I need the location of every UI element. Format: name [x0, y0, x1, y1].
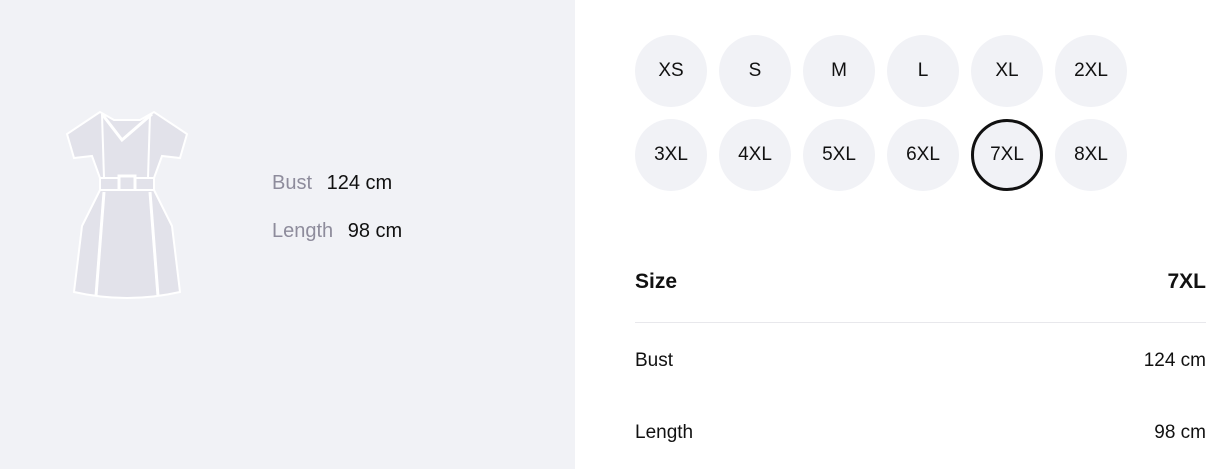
measure-label: Length	[272, 220, 334, 242]
size-details-panel: XS S M L XL 2XL 3XL 4XL 5XL 6XL 7XL 8XL …	[575, 0, 1220, 469]
size-option-xs[interactable]: XS	[635, 35, 707, 107]
measurements-panel: Bust 124 cm Length 98 cm	[0, 0, 575, 469]
size-header-label: Size	[635, 270, 678, 293]
size-option-xl[interactable]: XL	[971, 35, 1043, 107]
size-option-7xl-selected[interactable]: 7XL	[971, 119, 1043, 191]
measure-row-length: Length 98 cm	[272, 219, 402, 243]
size-row: 3XL 4XL 5XL 6XL 7XL 8XL	[635, 119, 1155, 191]
size-row: XS S M L XL 2XL	[635, 35, 1155, 107]
size-option-2xl[interactable]: 2XL	[1055, 35, 1127, 107]
size-option-l[interactable]: L	[887, 35, 959, 107]
size-header-row: Size 7XL	[635, 258, 1206, 323]
size-option-4xl[interactable]: 4XL	[719, 119, 791, 191]
measure-value: 98 cm	[347, 220, 403, 242]
measure-value: 124 cm	[326, 172, 393, 194]
dress-icon	[65, 110, 189, 299]
size-info-table: Size 7XL Bust 124 cm Length 98 cm	[635, 258, 1206, 445]
info-value: 98 cm	[1154, 422, 1206, 443]
size-guide: Bust 124 cm Length 98 cm XS S M L XL 2XL…	[0, 0, 1220, 469]
size-option-6xl[interactable]: 6XL	[887, 119, 959, 191]
info-value: 124 cm	[1143, 350, 1206, 371]
size-option-3xl[interactable]: 3XL	[635, 119, 707, 191]
size-option-5xl[interactable]: 5XL	[803, 119, 875, 191]
size-option-8xl[interactable]: 8XL	[1055, 119, 1127, 191]
size-header-value: 7XL	[1167, 270, 1206, 293]
info-label: Bust	[635, 350, 674, 371]
info-row-length: Length 98 cm	[635, 421, 1206, 445]
size-selector: XS S M L XL 2XL 3XL 4XL 5XL 6XL 7XL 8XL	[635, 35, 1155, 203]
measure-row-bust: Bust 124 cm	[272, 171, 392, 195]
info-label: Length	[635, 422, 694, 443]
measure-label: Bust	[272, 172, 313, 194]
size-option-m[interactable]: M	[803, 35, 875, 107]
size-option-s[interactable]: S	[719, 35, 791, 107]
info-row-bust: Bust 124 cm	[635, 349, 1206, 373]
